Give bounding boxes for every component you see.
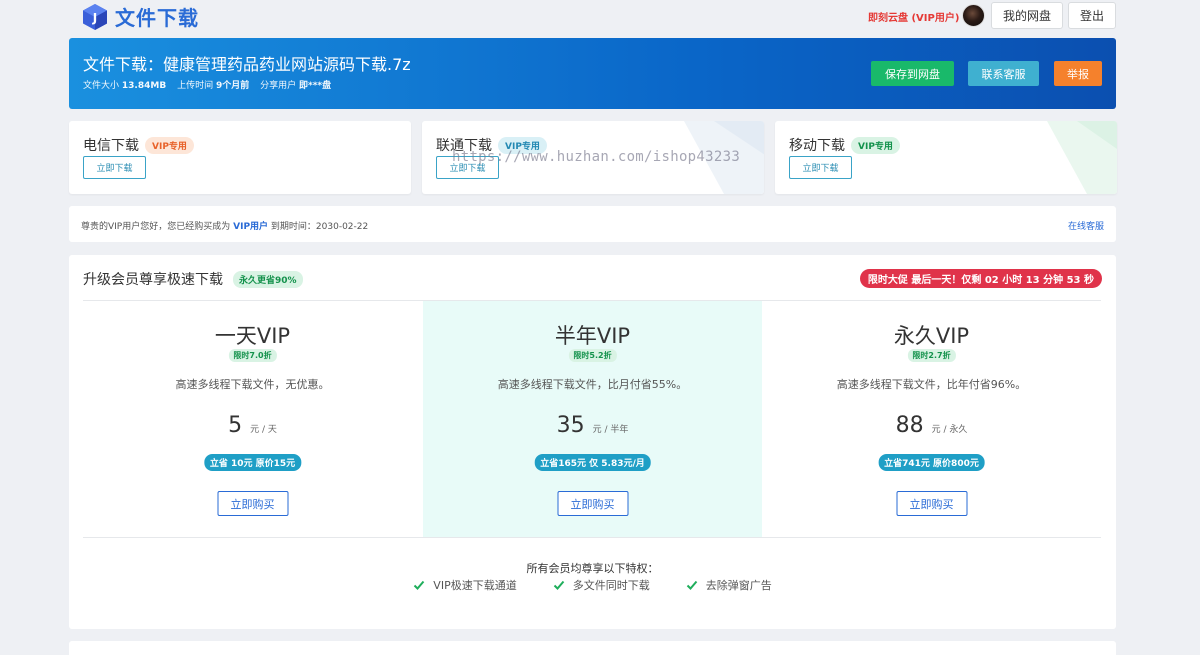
vip-status-label[interactable]: 即刻云盘 (VIP用户) [868,9,959,24]
price-unit: 元 / 永久 [931,425,968,435]
plan-name: 永久VIP [893,324,970,348]
download-now-button[interactable]: 立即下载 [83,156,146,179]
notice-vip-label: VIP用户 [233,222,269,232]
carrier-title: 移动下载 [789,138,845,154]
plan-price: 5 元 / 天 [83,413,422,438]
perk-item: 多文件同时下载 [553,577,650,593]
online-service-link[interactable]: 在线客服 [1068,219,1104,232]
save-to-netdisk-button[interactable]: 保存到网盘 [871,61,954,86]
time-value: 9个月前 [215,81,250,91]
contact-service-button[interactable]: 联系客服 [968,61,1039,86]
my-netdisk-button[interactable]: 我的网盘 [991,2,1063,29]
logo-text: 文件下载 [115,6,199,30]
price-unit: 元 / 半年 [592,425,629,435]
buy-now-button[interactable]: 立即购买 [217,491,288,516]
discount-badge: 限时2.7折 [907,349,956,362]
upgrade-title: 升级会员尊享极速下载 [83,272,223,288]
plan-description: 高速多线程下载文件，比月付省55%。 [497,378,688,391]
carrier-title: 电信下载 [83,138,139,154]
size-value: 13.84MB [121,81,167,91]
plan-description: 高速多线程下载文件，无优惠。 [175,378,330,391]
divider [83,537,1101,538]
file-meta: 文件大小 13.84MB 上传时间 9个月前 分享用户 即***盘 [83,78,339,91]
carrier-card-mobile: 移动下载 VIP专用 立即下载 [775,121,1117,194]
perks-list: VIP极速下载通道 多文件同时下载 去除弹窗广告 [69,577,1116,593]
upgrade-panel: 升级会员尊享极速下载 永久更省90% 限时大促 最后一天！仅剩 02 小时 13… [69,255,1116,629]
time-label: 上传时间 [177,81,214,91]
site-logo[interactable]: J 文件下载 [83,2,199,31]
user-value: 即***盘 [298,81,332,91]
check-icon [414,580,425,590]
svg-text:J: J [92,11,97,25]
carrier-card-telecom: 电信下载 VIP专用 立即下载 [69,121,411,194]
perks-title: 所有会员均尊享以下特权： [526,562,659,575]
user-label: 分享用户 [260,81,297,91]
countdown-badge: 限时大促 最后一天！仅剩 02 小时 13 分钟 53 秒 [859,269,1102,288]
perk-label: VIP极速下载通道 [433,579,517,592]
plan-name: 半年VIP [554,324,631,348]
price-number: 88 [895,413,924,438]
plan-card-day: 一天VIP 限时7.0折 高速多线程下载文件，无优惠。 5 元 / 天 立省 1… [83,301,422,537]
perk-label: 多文件同时下载 [572,579,650,592]
discount-badge: 限时7.0折 [228,349,277,362]
save-badge: 永久更省90% [233,270,303,288]
notice-prefix: 尊贵的VIP用户您好，您已经购买成为 [81,222,231,232]
buy-now-button[interactable]: 立即购买 [896,491,967,516]
decorative-shape [1047,121,1117,194]
savings-badge: 立省741元 原价800元 [878,454,985,471]
vip-notice-bar: 尊贵的VIP用户您好，您已经购买成为 VIP用户 到期时间：2030-02-22… [69,206,1116,242]
savings-badge: 立省165元 仅 5.83元/月 [534,454,651,471]
logout-button[interactable]: 登出 [1068,2,1116,29]
perk-label: 去除弹窗广告 [705,579,772,592]
plan-price: 88 元 / 永久 [762,413,1101,438]
watermark-text: https://www.huzhan.com/ishop43233 [452,149,741,165]
price-number: 5 [228,413,243,438]
plan-name: 一天VIP [214,324,291,348]
vip-only-badge: VIP专用 [851,136,900,154]
report-button[interactable]: 举报 [1054,61,1102,86]
perk-item: VIP极速下载通道 [413,577,517,593]
notice-expiry: 到期时间：2030-02-22 [270,222,369,232]
price-unit: 元 / 天 [250,425,277,435]
perk-item: 去除弹窗广告 [686,577,772,593]
buy-now-button[interactable]: 立即购买 [557,491,628,516]
avatar[interactable] [962,4,985,27]
plan-card-permanent: 永久VIP 限时2.7折 高速多线程下载文件，比年付省96%。 88 元 / 永… [762,301,1101,537]
file-banner: 文件下载：健康管理药品药业网站源码下载.7z 文件大小 13.84MB 上传时间… [69,38,1116,109]
download-now-button[interactable]: 立即下载 [789,156,852,179]
check-icon [553,580,564,590]
logo-icon: J [83,3,107,30]
plan-card-halfyear: 半年VIP 限时5.2折 高速多线程下载文件，比月付省55%。 35 元 / 半… [423,301,762,537]
size-label: 文件大小 [83,81,120,91]
discount-badge: 限时5.2折 [568,349,617,362]
plan-price: 35 元 / 半年 [423,413,762,438]
file-title: 文件下载：健康管理药品药业网站源码下载.7z [83,55,411,74]
price-number: 35 [556,413,585,438]
top-bar: J 文件下载 即刻云盘 (VIP用户) 我的网盘 登出 [0,0,1200,32]
bottom-card [69,641,1116,655]
check-icon [686,580,697,590]
vip-only-badge: VIP专用 [145,136,194,154]
savings-badge: 立省 10元 原价15元 [203,454,302,471]
plan-description: 高速多线程下载文件，比年付省96%。 [836,378,1027,391]
